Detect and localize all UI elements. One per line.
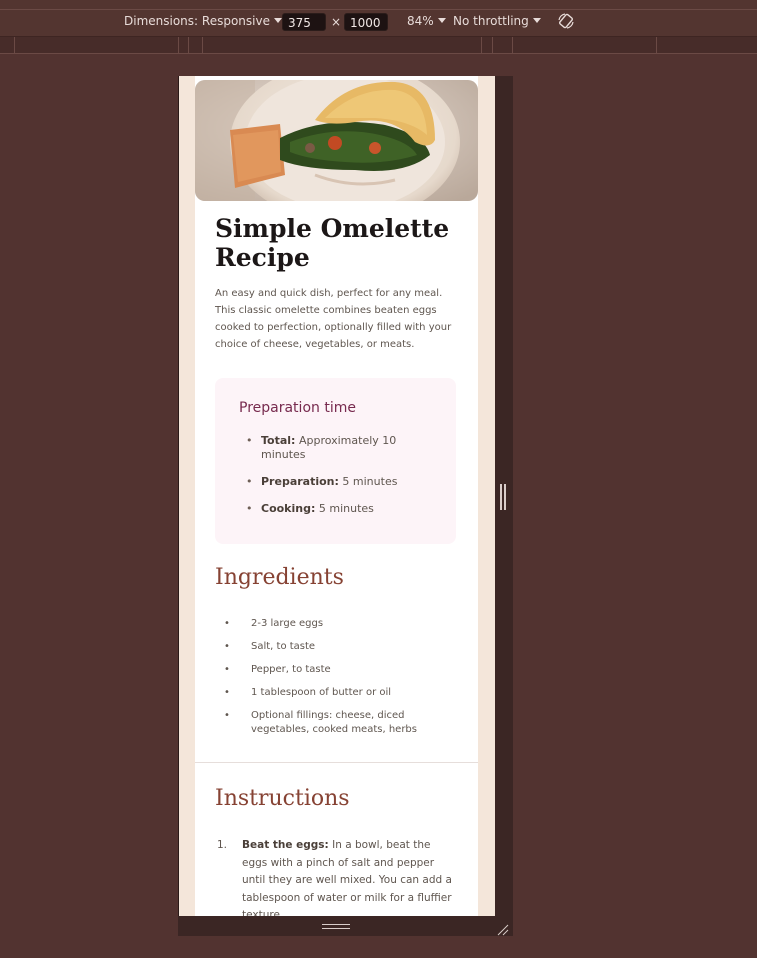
zoom-label: 84%: [407, 14, 434, 28]
height-resize-handle[interactable]: [322, 924, 350, 932]
dimensions-label: Dimensions: Responsive: [124, 14, 270, 28]
corner-resize-icon[interactable]: [497, 921, 509, 936]
step-number: 1.: [217, 839, 228, 851]
instructions-heading: Instructions: [215, 786, 350, 811]
list-item: Pepper, to taste: [215, 663, 455, 677]
ruler-tick: [656, 37, 657, 53]
width-input[interactable]: 375: [282, 13, 326, 31]
prep-item-label: Total:: [261, 434, 296, 447]
step-label: Beat the eggs:: [242, 839, 329, 851]
height-input[interactable]: 1000: [344, 13, 388, 31]
list-item: Cooking: 5 minutes: [215, 502, 456, 516]
devtools-toolbar: Dimensions: Responsive 375 × 1000 84% No…: [0, 0, 757, 37]
media-query-ruler[interactable]: [0, 37, 757, 54]
handle-line: [322, 928, 350, 929]
throttling-label: No throttling: [453, 14, 529, 28]
preparation-heading: Preparation time: [239, 400, 356, 416]
preparation-time-box: Preparation time Total: Approximately 10…: [215, 378, 456, 544]
ruler-tick: [178, 37, 179, 53]
ruler-tick: [481, 37, 482, 53]
list-item: Optional fillings: cheese, diced vegetab…: [215, 709, 455, 737]
ruler-tick: [188, 37, 189, 53]
ingredients-heading: Ingredients: [215, 565, 344, 590]
ruler-tick: [492, 37, 493, 53]
ruler-tick: [512, 37, 513, 53]
recipe-intro: An easy and quick dish, perfect for any …: [215, 288, 452, 350]
handle-line: [500, 484, 502, 510]
omelette-image: [195, 80, 478, 201]
list-item: Total: Approximately 10 minutes: [215, 434, 456, 462]
dimension-separator: ×: [331, 15, 342, 29]
instructions-list: 1. Beat the eggs: In a bowl, beat the egg…: [215, 837, 455, 916]
list-item: Salt, to taste: [215, 640, 455, 654]
chevron-down-icon: [437, 18, 446, 23]
rotate-icon[interactable]: [557, 12, 575, 30]
ruler-tick: [202, 37, 203, 53]
chevron-down-icon: [532, 18, 541, 23]
zoom-dropdown[interactable]: 84%: [407, 14, 446, 28]
ingredients-list: 2-3 large eggs Salt, to taste Pepper, to…: [215, 617, 455, 746]
page-viewport[interactable]: Simple Omelette Recipe An easy and quick…: [178, 76, 495, 916]
preparation-list: Total: Approximately 10 minutes Preparat…: [215, 434, 456, 529]
section-divider: [195, 762, 478, 763]
recipe-title: Simple Omelette Recipe: [215, 214, 450, 272]
prep-item-text: 5 minutes: [338, 475, 398, 488]
width-resize-handle[interactable]: [499, 484, 507, 510]
list-item: 1. Beat the eggs: In a bowl, beat the egg…: [215, 837, 455, 916]
handle-line: [504, 484, 506, 510]
toolbar-top-strip: [0, 0, 757, 10]
throttling-dropdown[interactable]: No throttling: [453, 14, 541, 28]
prep-item-text: 5 minutes: [315, 502, 374, 515]
prep-item-label: Preparation:: [261, 475, 339, 488]
ruler-tick: [14, 37, 15, 53]
recipe-card: Simple Omelette Recipe An easy and quick…: [195, 76, 478, 916]
dimensions-dropdown[interactable]: Dimensions: Responsive: [124, 14, 282, 28]
list-item: 1 tablespoon of butter or oil: [215, 686, 455, 700]
handle-line: [322, 924, 350, 925]
list-item: 2-3 large eggs: [215, 617, 455, 631]
prep-item-label: Cooking:: [261, 502, 316, 515]
list-item: Preparation: 5 minutes: [215, 475, 456, 489]
chevron-down-icon: [273, 18, 282, 23]
